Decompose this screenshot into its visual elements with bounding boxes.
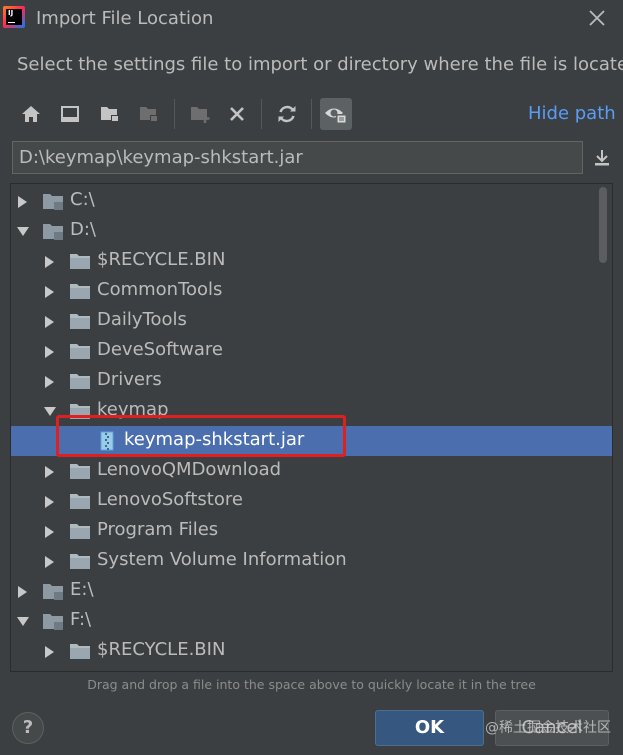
show-hidden-icon <box>325 108 347 124</box>
folder-icon <box>69 371 91 391</box>
tree-item-label: CommonTools <box>97 279 223 300</box>
tree-drive-row[interactable]: E:\ <box>11 576 612 606</box>
tree-folder-row[interactable]: $RECYCLE.BIN <box>11 246 612 276</box>
drive-icon <box>42 581 64 601</box>
project-folder-icon <box>101 107 119 122</box>
close-icon <box>589 10 605 26</box>
tree-item-label: $RECYCLE.BIN <box>97 639 226 660</box>
toolbar-separator <box>311 99 312 129</box>
help-button[interactable]: ? <box>12 712 44 744</box>
new-folder-button[interactable] <box>185 99 215 129</box>
drag-drop-hint: Drag and drop a file into the space abov… <box>87 677 536 692</box>
download-button[interactable] <box>590 146 614 170</box>
tree-folder-row[interactable]: Drivers <box>11 366 612 396</box>
show-hidden-toggle[interactable] <box>320 98 352 130</box>
tree-folder-row[interactable]: CommonTools <box>11 276 612 306</box>
path-input[interactable]: D:\keymap\keymap-shkstart.jar <box>12 141 583 174</box>
ok-button[interactable]: OK <box>375 710 484 746</box>
expand-arrow-icon[interactable] <box>17 617 29 626</box>
tree-item-label: DeveSoftware <box>97 339 224 360</box>
tree-item-label: D:\ <box>70 219 96 240</box>
red-highlight-box <box>56 415 346 457</box>
collapse-arrow-icon[interactable] <box>45 346 54 358</box>
tree-item-label: LenovoQMDownload <box>97 459 282 480</box>
tree-folder-row[interactable]: DailyTools <box>11 306 612 336</box>
intellij-logo-icon: IJ <box>3 6 25 28</box>
toolbar-separator <box>261 99 262 129</box>
tree-item-label: Program Files <box>97 519 219 540</box>
scrollbar-thumb[interactable] <box>599 187 607 263</box>
tree-item-label: DailyTools <box>97 309 187 330</box>
collapse-arrow-icon[interactable] <box>45 316 54 328</box>
tree-folder-row[interactable]: Program Files <box>11 516 612 546</box>
tree-folder-row[interactable]: $RECYCLE.BIN <box>11 636 612 666</box>
folder-icon <box>69 521 91 541</box>
toolbar-separator <box>174 99 175 129</box>
tree-folder-row[interactable]: System Volume Information <box>11 546 612 576</box>
folder-icon <box>69 341 91 361</box>
module-folder-icon <box>140 107 158 122</box>
delete-button[interactable] <box>222 99 252 129</box>
home-icon <box>22 106 40 122</box>
tree-folder-row[interactable]: LenovoQMDownload <box>11 456 612 486</box>
collapse-arrow-icon[interactable] <box>45 466 54 478</box>
desktop-icon <box>61 106 79 122</box>
logo-text: IJ <box>8 9 14 17</box>
expand-arrow-icon[interactable] <box>44 407 56 416</box>
download-icon <box>595 150 609 166</box>
folder-icon <box>69 491 91 511</box>
tree-folder-row[interactable]: DeveSoftware <box>11 336 612 366</box>
project-button[interactable] <box>95 99 125 129</box>
dialog-description: Select the settings file to import or di… <box>17 54 623 75</box>
home-button[interactable] <box>16 99 46 129</box>
tree-drive-row[interactable]: D:\ <box>11 216 612 246</box>
drive-icon <box>42 191 64 211</box>
hide-path-link[interactable]: Hide path <box>528 103 616 124</box>
collapse-arrow-icon[interactable] <box>45 526 54 538</box>
collapse-arrow-icon[interactable] <box>18 196 27 208</box>
collapse-arrow-icon[interactable] <box>18 586 27 598</box>
tree-drive-row[interactable]: F:\ <box>11 606 612 636</box>
title-bar: IJ Import File Location <box>0 0 623 40</box>
folder-icon <box>69 551 91 571</box>
tree-drive-row[interactable]: C:\ <box>11 186 612 216</box>
collapse-arrow-icon[interactable] <box>45 256 54 268</box>
refresh-icon <box>278 105 296 123</box>
tree-folder-row[interactable]: LenovoSoftstore <box>11 486 612 516</box>
close-button[interactable] <box>585 6 609 30</box>
folder-icon <box>69 281 91 301</box>
collapse-arrow-icon[interactable] <box>45 496 54 508</box>
expand-arrow-icon[interactable] <box>17 227 29 236</box>
new-folder-icon <box>191 107 210 123</box>
collapse-arrow-icon[interactable] <box>45 556 54 568</box>
folder-icon <box>69 311 91 331</box>
refresh-button[interactable] <box>272 99 302 129</box>
tree-item-label: E:\ <box>70 579 94 600</box>
drive-icon <box>42 611 64 631</box>
toolbar: Hide path <box>14 96 616 132</box>
tree-item-label: $RECYCLE.BIN <box>97 249 226 270</box>
tree-item-label: Drivers <box>97 369 162 390</box>
folder-icon <box>69 461 91 481</box>
collapse-arrow-icon[interactable] <box>45 646 54 658</box>
tree-item-label: System Volume Information <box>97 549 347 570</box>
tree-item-label: LenovoSoftstore <box>97 489 243 510</box>
tree-item-label: C:\ <box>70 189 95 210</box>
folder-icon <box>69 641 91 661</box>
collapse-arrow-icon[interactable] <box>45 376 54 388</box>
dialog-title: Import File Location <box>36 8 214 29</box>
drive-icon <box>42 221 64 241</box>
desktop-button[interactable] <box>55 99 85 129</box>
watermark-text: @稀土掘金技术社区 <box>485 720 611 736</box>
collapse-arrow-icon[interactable] <box>45 286 54 298</box>
delete-icon <box>230 107 244 121</box>
folder-icon <box>69 251 91 271</box>
tree-item-label: F:\ <box>70 609 92 630</box>
module-button[interactable] <box>134 99 164 129</box>
